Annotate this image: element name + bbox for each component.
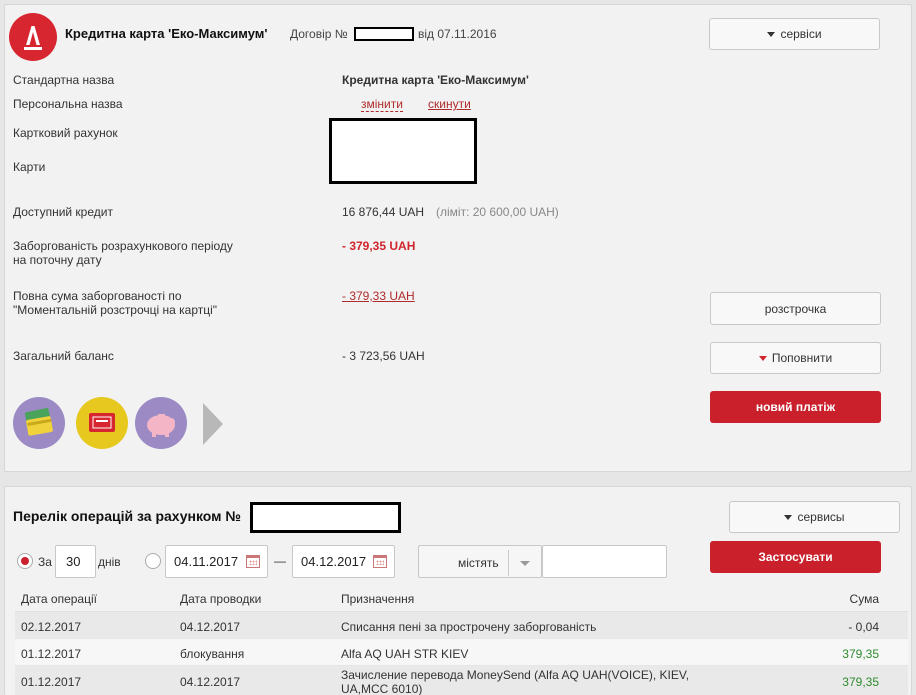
operations-table: Дата операції Дата проводки Призначення …	[15, 586, 908, 695]
change-name-link[interactable]: змінити	[361, 97, 403, 112]
search-input[interactable]	[542, 545, 667, 578]
table-row[interactable]: 01.12.2017 блокування Alfa AQ UAH STR KI…	[15, 639, 908, 666]
for-label: За	[38, 555, 52, 569]
operations-services-button[interactable]: сервисы	[729, 501, 900, 533]
services-button[interactable]: сервіси	[709, 18, 880, 50]
topup-button[interactable]: Поповнити	[710, 342, 881, 374]
reset-name-link[interactable]: скинути	[428, 97, 471, 111]
contains-select[interactable]: містять	[418, 545, 542, 578]
contains-select-label: містять	[458, 556, 499, 570]
installment-label-line2: "Моментальній розстрочці на картці"	[13, 303, 218, 317]
services-button-label: сервіси	[780, 27, 822, 41]
amount-cell: 379,35	[842, 647, 879, 661]
standard-name-value: Кредитна карта 'Еко-Максимум'	[342, 73, 529, 87]
alfa-bank-logo-icon	[9, 13, 57, 61]
table-row[interactable]: 02.12.2017 04.12.2017 Списання пені за п…	[15, 612, 908, 639]
select-divider	[508, 550, 509, 576]
card-account-label: Картковий рахунок	[13, 126, 118, 140]
standard-name-label: Стандартна назва	[13, 73, 115, 87]
date-to-value: 04.12.2017	[301, 554, 367, 569]
debt-label-line1: Заборгованість розрахункового періоду	[13, 239, 233, 253]
operations-services-label: сервисы	[797, 510, 845, 524]
debt-label-line2: на поточну дату	[13, 253, 102, 267]
total-balance-label: Загальний баланс	[13, 349, 114, 363]
column-header-purpose[interactable]: Призначення	[341, 592, 414, 606]
date-from-input[interactable]: 04.11.2017	[165, 545, 268, 578]
credit-limit-value: (ліміт: 20 600,00 UAH)	[436, 205, 559, 219]
op-date-cell: 01.12.2017	[21, 647, 82, 661]
redacted-contract-number	[354, 27, 414, 41]
post-date-cell: 04.12.2017	[180, 675, 241, 689]
op-date-cell: 01.12.2017	[21, 675, 82, 689]
new-payment-button[interactable]: новий платіж	[710, 391, 881, 423]
cards-icon[interactable]	[13, 397, 65, 449]
chevron-down-icon	[784, 514, 793, 520]
cards-label: Карти	[13, 160, 46, 174]
amount-cell: 379,35	[842, 675, 879, 689]
installment-label-line1: Повна сума заборгованості по	[13, 289, 182, 303]
purpose-cell: Списання пені за прострочену заборговані…	[341, 620, 597, 634]
installment-debt-link[interactable]: - 379,33 UAH	[342, 289, 415, 303]
redacted-account-and-cards	[329, 118, 477, 184]
contract-label: Договір №	[290, 27, 348, 41]
operations-title: Перелік операцій за рахунком №	[13, 508, 242, 524]
next-arrow-icon[interactable]	[203, 403, 223, 445]
calendar-icon[interactable]	[246, 555, 260, 568]
op-date-cell: 02.12.2017	[21, 620, 82, 634]
post-date-cell: блокування	[180, 647, 245, 661]
purpose-cell: Alfa AQ UAH STR KIEV	[341, 647, 469, 661]
date-to-input[interactable]: 04.12.2017	[292, 545, 395, 578]
column-header-op-date[interactable]: Дата операції	[21, 592, 97, 606]
topup-button-label: Поповнити	[771, 351, 833, 365]
days-label: днів	[98, 555, 121, 569]
calendar-icon[interactable]	[373, 555, 387, 568]
available-credit-value: 16 876,44 UAH	[342, 205, 425, 219]
days-input[interactable]: 30	[55, 545, 96, 578]
days-input-value: 30	[66, 554, 81, 569]
debt-value: - 379,35 UAH	[342, 239, 416, 253]
apply-button-label: Застосувати	[758, 550, 833, 564]
personal-name-label: Персональна назва	[13, 97, 123, 111]
purpose-cell: Зачисление перевода MoneySend (Alfa AQ U…	[341, 668, 690, 682]
period-days-radio[interactable]	[17, 553, 33, 569]
card-title: Кредитна карта 'Еко-Максимум'	[65, 26, 268, 41]
installment-button-label: розстрочка	[764, 301, 827, 316]
piggy-bank-icon[interactable]	[135, 397, 187, 449]
table-row[interactable]: 01.12.2017 04.12.2017 Зачисление перевод…	[15, 666, 908, 695]
date-from-value: 04.11.2017	[174, 554, 239, 569]
column-header-post-date[interactable]: Дата проводки	[180, 592, 261, 606]
redacted-account-number	[250, 502, 401, 533]
available-credit-label: Доступний кредит	[13, 205, 113, 219]
card-gift-icon[interactable]	[76, 397, 128, 449]
purpose-cell-line2: UA,MCC 6010)	[341, 682, 423, 695]
apply-button[interactable]: Застосувати	[710, 541, 881, 573]
post-date-cell: 04.12.2017	[180, 620, 241, 634]
card-panel: Кредитна карта 'Еко-Максимум' Договір № …	[4, 4, 912, 472]
amount-cell: - 0,04	[848, 620, 879, 634]
contract-date: від 07.11.2016	[418, 27, 497, 41]
period-dates-radio[interactable]	[145, 553, 161, 569]
chevron-down-icon	[520, 561, 530, 566]
new-payment-button-label: новий платіж	[755, 400, 836, 414]
chevron-down-icon	[758, 355, 767, 361]
installment-button[interactable]: розстрочка	[710, 292, 881, 325]
total-balance-value: - 3 723,56 UAH	[342, 349, 425, 363]
operations-panel: Перелік операцій за рахунком № сервисы З…	[4, 486, 912, 695]
column-header-amount[interactable]: Сума	[850, 592, 879, 606]
table-header: Дата операції Дата проводки Призначення …	[15, 586, 908, 612]
date-separator: —	[274, 554, 286, 568]
chevron-down-icon	[767, 31, 776, 37]
